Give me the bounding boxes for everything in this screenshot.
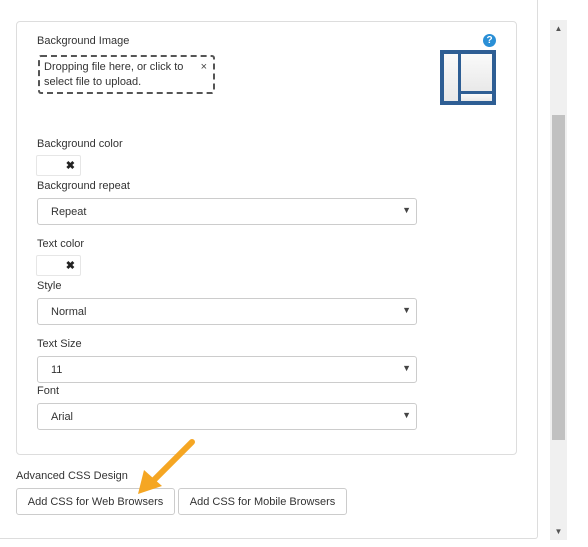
font-label: Font [37, 385, 60, 397]
background-repeat-value: Repeat [51, 206, 87, 218]
font-value: Arial [51, 411, 74, 423]
chevron-down-icon: ▼ [402, 410, 411, 420]
text-size-label: Text Size [37, 338, 82, 350]
background-color-label: Background color [37, 138, 123, 150]
background-repeat-label: Background repeat [37, 180, 130, 192]
file-dropzone[interactable]: Dropping file here, or click to select f… [38, 55, 215, 94]
vertical-scrollbar[interactable]: ▲ ▼ [550, 20, 567, 540]
scroll-down-icon[interactable]: ▼ [550, 523, 567, 540]
background-image-label: Background Image [37, 35, 130, 47]
style-select[interactable]: Normal ▼ [37, 298, 417, 325]
style-label: Style [37, 280, 62, 292]
background-color-picker[interactable]: ✖ [36, 155, 81, 176]
text-color-picker[interactable]: ✖ [36, 255, 81, 276]
layout-pane-bottom [461, 94, 492, 101]
advanced-css-label: Advanced CSS Design [16, 470, 128, 482]
scrollbar-thumb[interactable] [552, 115, 565, 440]
scroll-up-icon[interactable]: ▲ [550, 20, 567, 37]
clear-icon[interactable]: ✖ [66, 159, 75, 172]
chevron-down-icon: ▼ [402, 363, 411, 373]
add-css-mobile-button[interactable]: Add CSS for Mobile Browsers [178, 488, 347, 515]
layout-pane-left [444, 54, 458, 101]
clear-icon[interactable]: ✖ [66, 259, 75, 272]
layout-preview-icon[interactable] [440, 50, 496, 105]
text-size-value: 11 [51, 364, 63, 376]
chevron-down-icon: ▼ [402, 305, 411, 315]
background-settings-panel: Background Image Dropping file here, or … [16, 21, 517, 455]
add-css-web-button[interactable]: Add CSS for Web Browsers [16, 488, 175, 515]
text-size-select[interactable]: 11 ▼ [37, 356, 417, 383]
background-repeat-select[interactable]: Repeat ▼ [37, 198, 417, 225]
font-select[interactable]: Arial ▼ [37, 403, 417, 430]
text-color-label: Text color [37, 238, 85, 250]
layout-pane-main [461, 54, 492, 91]
chevron-down-icon: ▼ [402, 205, 411, 215]
close-icon[interactable]: × [201, 60, 207, 75]
help-icon[interactable]: ? [483, 34, 496, 47]
style-value: Normal [51, 306, 87, 318]
dropzone-text: Dropping file here, or click to select f… [44, 61, 184, 88]
